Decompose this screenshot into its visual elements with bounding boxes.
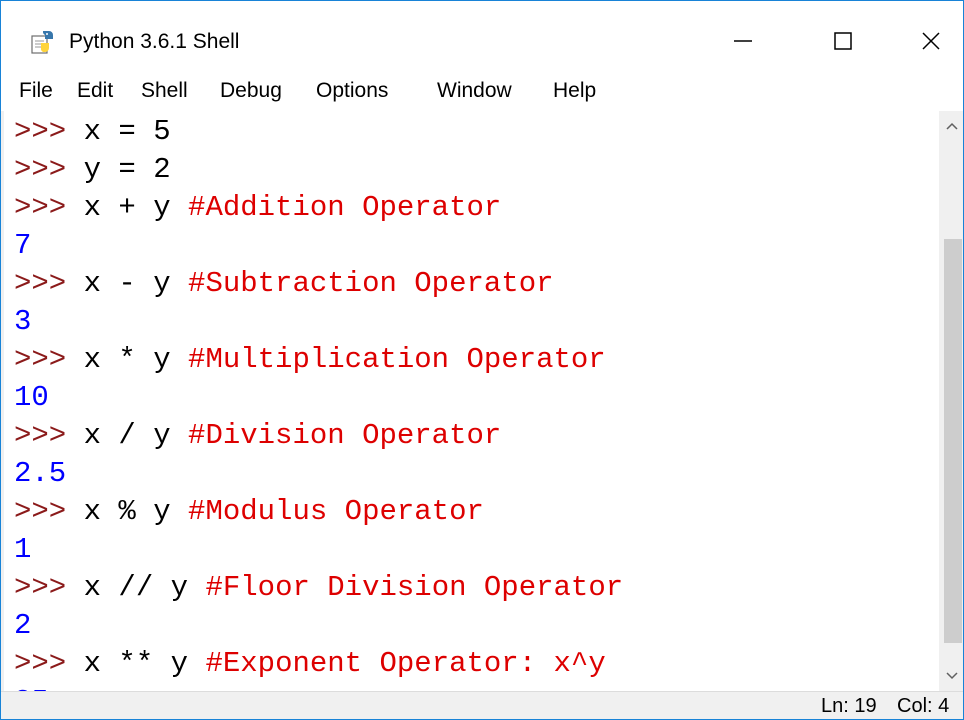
shell-comment: #Exponent Operator: x^y — [205, 647, 606, 680]
shell-prompt: >>> — [14, 115, 67, 148]
shell-input-line: >>> x // y #Floor Division Operator — [14, 569, 623, 607]
status-bar: Ln: 19 Col: 4 — [1, 691, 963, 719]
shell-code: x // y — [83, 571, 189, 604]
chevron-up-icon — [946, 122, 958, 130]
idle-shell-window: Python 3.6.1 Shell File Edit Shell Debug… — [0, 0, 964, 720]
minimize-button[interactable] — [713, 17, 773, 65]
shell-prompt: >>> — [14, 419, 67, 452]
shell-code: y = 2 — [83, 153, 171, 186]
menu-debug[interactable]: Debug — [220, 79, 282, 103]
scroll-down-button[interactable] — [939, 663, 963, 689]
shell-comment: #Division Operator — [188, 419, 502, 452]
shell-comment: #Subtraction Operator — [188, 267, 554, 300]
menu-options[interactable]: Options — [316, 79, 388, 103]
shell-prompt: >>> — [14, 153, 67, 186]
close-button[interactable] — [901, 17, 961, 65]
shell-output-line: 10 — [14, 381, 49, 414]
shell-comment: #Addition Operator — [188, 191, 502, 224]
shell-output-line: 25 — [14, 683, 49, 691]
shell-code: x ** y — [83, 647, 189, 680]
scroll-up-button[interactable] — [939, 113, 963, 139]
shell-input-line: >>> x / y #Division Operator — [14, 417, 501, 455]
shell-prompt: >>> — [14, 647, 67, 680]
shell-input-line: >>> x + y #Addition Operator — [14, 189, 501, 227]
minimize-icon — [734, 40, 752, 42]
shell-output-line: 1 — [14, 533, 32, 566]
shell-input-line: >>> x ** y #Exponent Operator: x^y — [14, 645, 606, 683]
shell-prompt: >>> — [14, 267, 67, 300]
shell-input-line: >>> x * y #Multiplication Operator — [14, 341, 606, 379]
shell-prompt: >>> — [14, 343, 67, 376]
shell-comment: #Floor Division Operator — [205, 571, 624, 604]
shell-input-line: >>> x - y #Subtraction Operator — [14, 265, 554, 303]
shell-code: x % y — [83, 495, 171, 528]
menu-file[interactable]: File — [19, 79, 53, 103]
shell-output-line: 2.5 — [14, 457, 67, 490]
vertical-scrollbar[interactable] — [939, 111, 963, 691]
shell-code: x * y — [83, 343, 171, 376]
shell-input-line: >>> x = 5 — [14, 113, 171, 151]
shell-comment: #Multiplication Operator — [188, 343, 606, 376]
scrollbar-thumb[interactable] — [944, 239, 962, 643]
shell-code: x + y — [83, 191, 171, 224]
shell-prompt: >>> — [14, 191, 67, 224]
shell-comment: #Modulus Operator — [188, 495, 484, 528]
close-icon — [922, 32, 940, 50]
shell-output-line: 3 — [14, 305, 32, 338]
status-column-number: Col: 4 — [897, 695, 950, 717]
shell-output-line: 2 — [14, 609, 32, 642]
window-title: Python 3.6.1 Shell — [69, 30, 240, 53]
shell-input-line: >>> y = 2 — [14, 151, 171, 189]
shell-code: x / y — [83, 419, 171, 452]
menu-edit[interactable]: Edit — [77, 79, 113, 103]
maximize-button[interactable] — [813, 17, 873, 65]
shell-code: x = 5 — [83, 115, 171, 148]
shell-output-line: 7 — [14, 229, 32, 262]
maximize-icon — [834, 32, 852, 50]
shell-prompt: >>> — [14, 571, 67, 604]
shell-text-area[interactable]: >>> x = 5 >>> y = 2 >>> x + y #Addition Op… — [1, 111, 942, 691]
shell-input-line: >>> x % y #Modulus Operator — [14, 493, 484, 531]
shell-code: x - y — [83, 267, 171, 300]
menu-bar: File Edit Shell Debug Options Window Hel… — [1, 73, 963, 111]
chevron-down-icon — [946, 672, 958, 680]
menu-shell[interactable]: Shell — [141, 79, 188, 103]
status-line-number: Ln: 19 — [821, 695, 877, 717]
menu-window[interactable]: Window — [437, 79, 512, 103]
title-bar[interactable]: Python 3.6.1 Shell — [1, 1, 963, 65]
python-idle-icon — [31, 31, 53, 54]
shell-prompt: >>> — [14, 495, 67, 528]
menu-help[interactable]: Help — [553, 79, 596, 103]
